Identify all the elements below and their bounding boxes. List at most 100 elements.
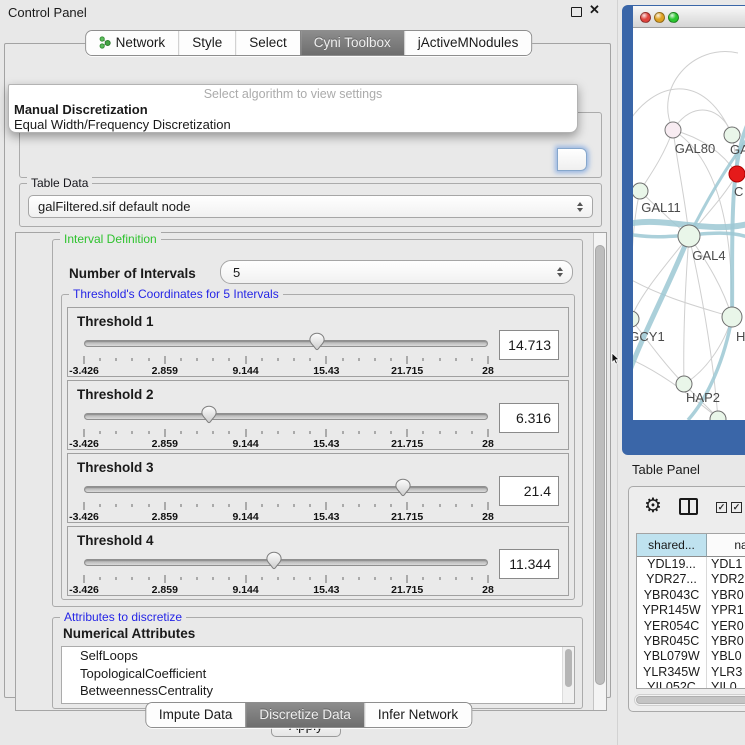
threshold-panel: Threshold 2 -3.4262.8599.14415.4321.71528… [67,380,569,450]
slider-thumb[interactable] [395,478,412,498]
zoom-traffic-light-icon[interactable] [668,12,679,23]
slider-ticks [84,575,488,584]
network-node[interactable] [722,307,742,327]
network-node[interactable] [665,122,681,138]
column-header[interactable]: shared... [637,534,707,557]
close-icon[interactable]: ✕ [589,2,600,18]
attribute-list-item[interactable]: SelfLoops [62,647,574,665]
bottom-tab-bar: Impute Data Discretize DataInfer Network [145,702,472,728]
table-cell: YDL19... [637,557,707,572]
tab-jactivemnodules[interactable]: jActiveMNodules [404,31,532,55]
network-view-window: GAL80GACGAL11GAL4GCY1HHAP2 [622,5,745,455]
table-row[interactable]: YDR27...YDR2 [637,572,745,587]
slider-thumb[interactable] [201,405,218,425]
tab-label: Style [192,35,222,50]
threshold-slider[interactable]: -3.4262.8599.14415.4321.71528 [84,478,488,524]
algorithm-option[interactable]: Manual Discretization [14,102,148,117]
table-row[interactable]: YBR043CYBR0 [637,588,745,603]
threshold-panel: Threshold 3-3.4262.8599.14415.4321.71528… [67,453,569,523]
algorithm-dropdown-popup: Select algorithm to view settings Manual… [8,84,578,133]
group-title-table-data: Table Data [27,176,92,190]
column-view-icon[interactable] [679,498,698,515]
table-cell: YPR145W [637,603,707,618]
tab-cyni-toolbox[interactable]: Cyni Toolbox [300,31,404,55]
column-header[interactable]: na [707,534,745,557]
table-row[interactable]: YPR145WYPR1 [637,603,745,618]
slider-thumb[interactable] [265,551,282,571]
gear-icon[interactable]: ⚙ [644,493,662,518]
tab-network[interactable]: Network [86,31,179,55]
table-panel: ⚙ ✓ ✓ shared...na YDL19...YDL1YDR27...YD… [628,486,745,712]
table-cell: YBR043C [637,588,707,603]
vertical-scrollbar[interactable] [593,233,606,710]
table-data-selected-value: galFiltered.sif default node [38,199,190,214]
table-row[interactable]: YBL079WYBL0 [637,649,745,664]
table-data-combobox[interactable]: galFiltered.sif default node [28,195,593,218]
slider-track[interactable] [84,559,488,566]
slider-axis-labels: -3.4262.8599.14415.4321.71528 [84,511,488,523]
panel-title: Control Panel [8,5,87,20]
network-node[interactable] [633,311,639,327]
network-node[interactable] [724,127,740,143]
slider-track[interactable] [84,340,488,347]
table-cell: YLR345W [637,665,707,680]
mouse-cursor [611,352,620,365]
number-of-intervals-combobox[interactable]: 5 [220,260,573,284]
network-node[interactable] [678,225,700,247]
node-attribute-table[interactable]: shared...na YDL19...YDL1YDR27...YDR2YBR0… [636,533,745,689]
table-row[interactable]: YLR345WYLR3 [637,665,745,680]
table-row[interactable]: YDL19...YDL1 [637,557,745,572]
tab-impute-data[interactable]: Impute Data [146,703,246,727]
tab-label: Cyni Toolbox [314,35,391,50]
threshold-value-field[interactable]: 6.316 [499,403,559,433]
network-node-label: GAL11 [641,200,681,215]
tab-style[interactable]: Style [178,31,235,55]
network-canvas[interactable]: GAL80GACGAL11GAL4GCY1HHAP2 [633,28,745,420]
close-traffic-light-icon[interactable] [640,12,651,23]
network-node-label: C [734,184,743,199]
network-node[interactable] [633,183,648,199]
attribute-list-item[interactable]: BetweennessCentrality [62,682,574,700]
slider-track[interactable] [84,413,488,420]
checkbox-icon[interactable]: ✓ [731,502,742,513]
threshold-value-field[interactable]: 21.4 [499,476,559,506]
number-of-intervals-value: 5 [233,265,240,280]
threshold-label: Threshold 2 [77,387,154,402]
network-node-label: HAP2 [686,390,720,405]
threshold-value-field[interactable]: 11.344 [499,549,559,579]
threshold-slider[interactable]: -3.4262.8599.14415.4321.71528 [84,405,488,451]
network-window-titlebar[interactable] [633,6,745,28]
network-node-label: GAL80 [675,141,715,156]
threshold-coordinates-group: Threshold's Coordinates for 5 Intervals … [61,294,575,600]
checkbox-icon[interactable]: ✓ [716,502,727,513]
tab-select[interactable]: Select [235,31,300,55]
threshold-slider[interactable]: -3.4262.8599.14415.4321.71528 [84,551,488,597]
table-row[interactable]: YER054CYER0 [637,619,745,634]
network-node[interactable] [729,166,745,182]
popup-hint-text: Select algorithm to view settings [9,87,577,101]
table-row[interactable]: YIL052CYIL0 [637,680,745,689]
horizontal-scrollbar[interactable] [634,694,745,706]
numerical-attributes-list[interactable]: SelfLoopsTopologicalCoefficientBetweenne… [61,646,575,704]
slider-thumb[interactable] [309,332,326,352]
slider-track[interactable] [84,486,488,493]
threshold-slider[interactable]: -3.4262.8599.14415.4321.71528 [84,332,488,378]
table-cell: YDR27... [637,572,707,587]
minimize-traffic-light-icon[interactable] [654,12,665,23]
numerical-attributes-heading: Numerical Attributes [63,626,195,641]
algorithm-combobox[interactable] [557,148,587,171]
tab-label: Impute Data [159,707,233,722]
group-title-threshold-coordinates: Threshold's Coordinates for 5 Intervals [69,287,283,301]
table-cell: YER054C [637,619,707,634]
table-row[interactable]: YBR045CYBR0 [637,634,745,649]
threshold-value-field[interactable]: 14.713 [499,330,559,360]
threshold-label: Threshold 1 [77,314,154,329]
tab-discretize-data[interactable]: Discretize Data [245,703,364,727]
tab-label: jActiveMNodules [418,35,519,50]
settings-scrollpane: Interval Definition Number of Intervals … [15,232,607,711]
float-window-icon[interactable] [571,7,582,17]
tab-infer-network[interactable]: Infer Network [364,703,471,727]
attribute-list-item[interactable]: TopologicalCoefficient [62,665,574,683]
algorithm-option[interactable]: Equal Width/Frequency Discretization [14,117,231,132]
list-scrollbar[interactable] [562,647,574,703]
